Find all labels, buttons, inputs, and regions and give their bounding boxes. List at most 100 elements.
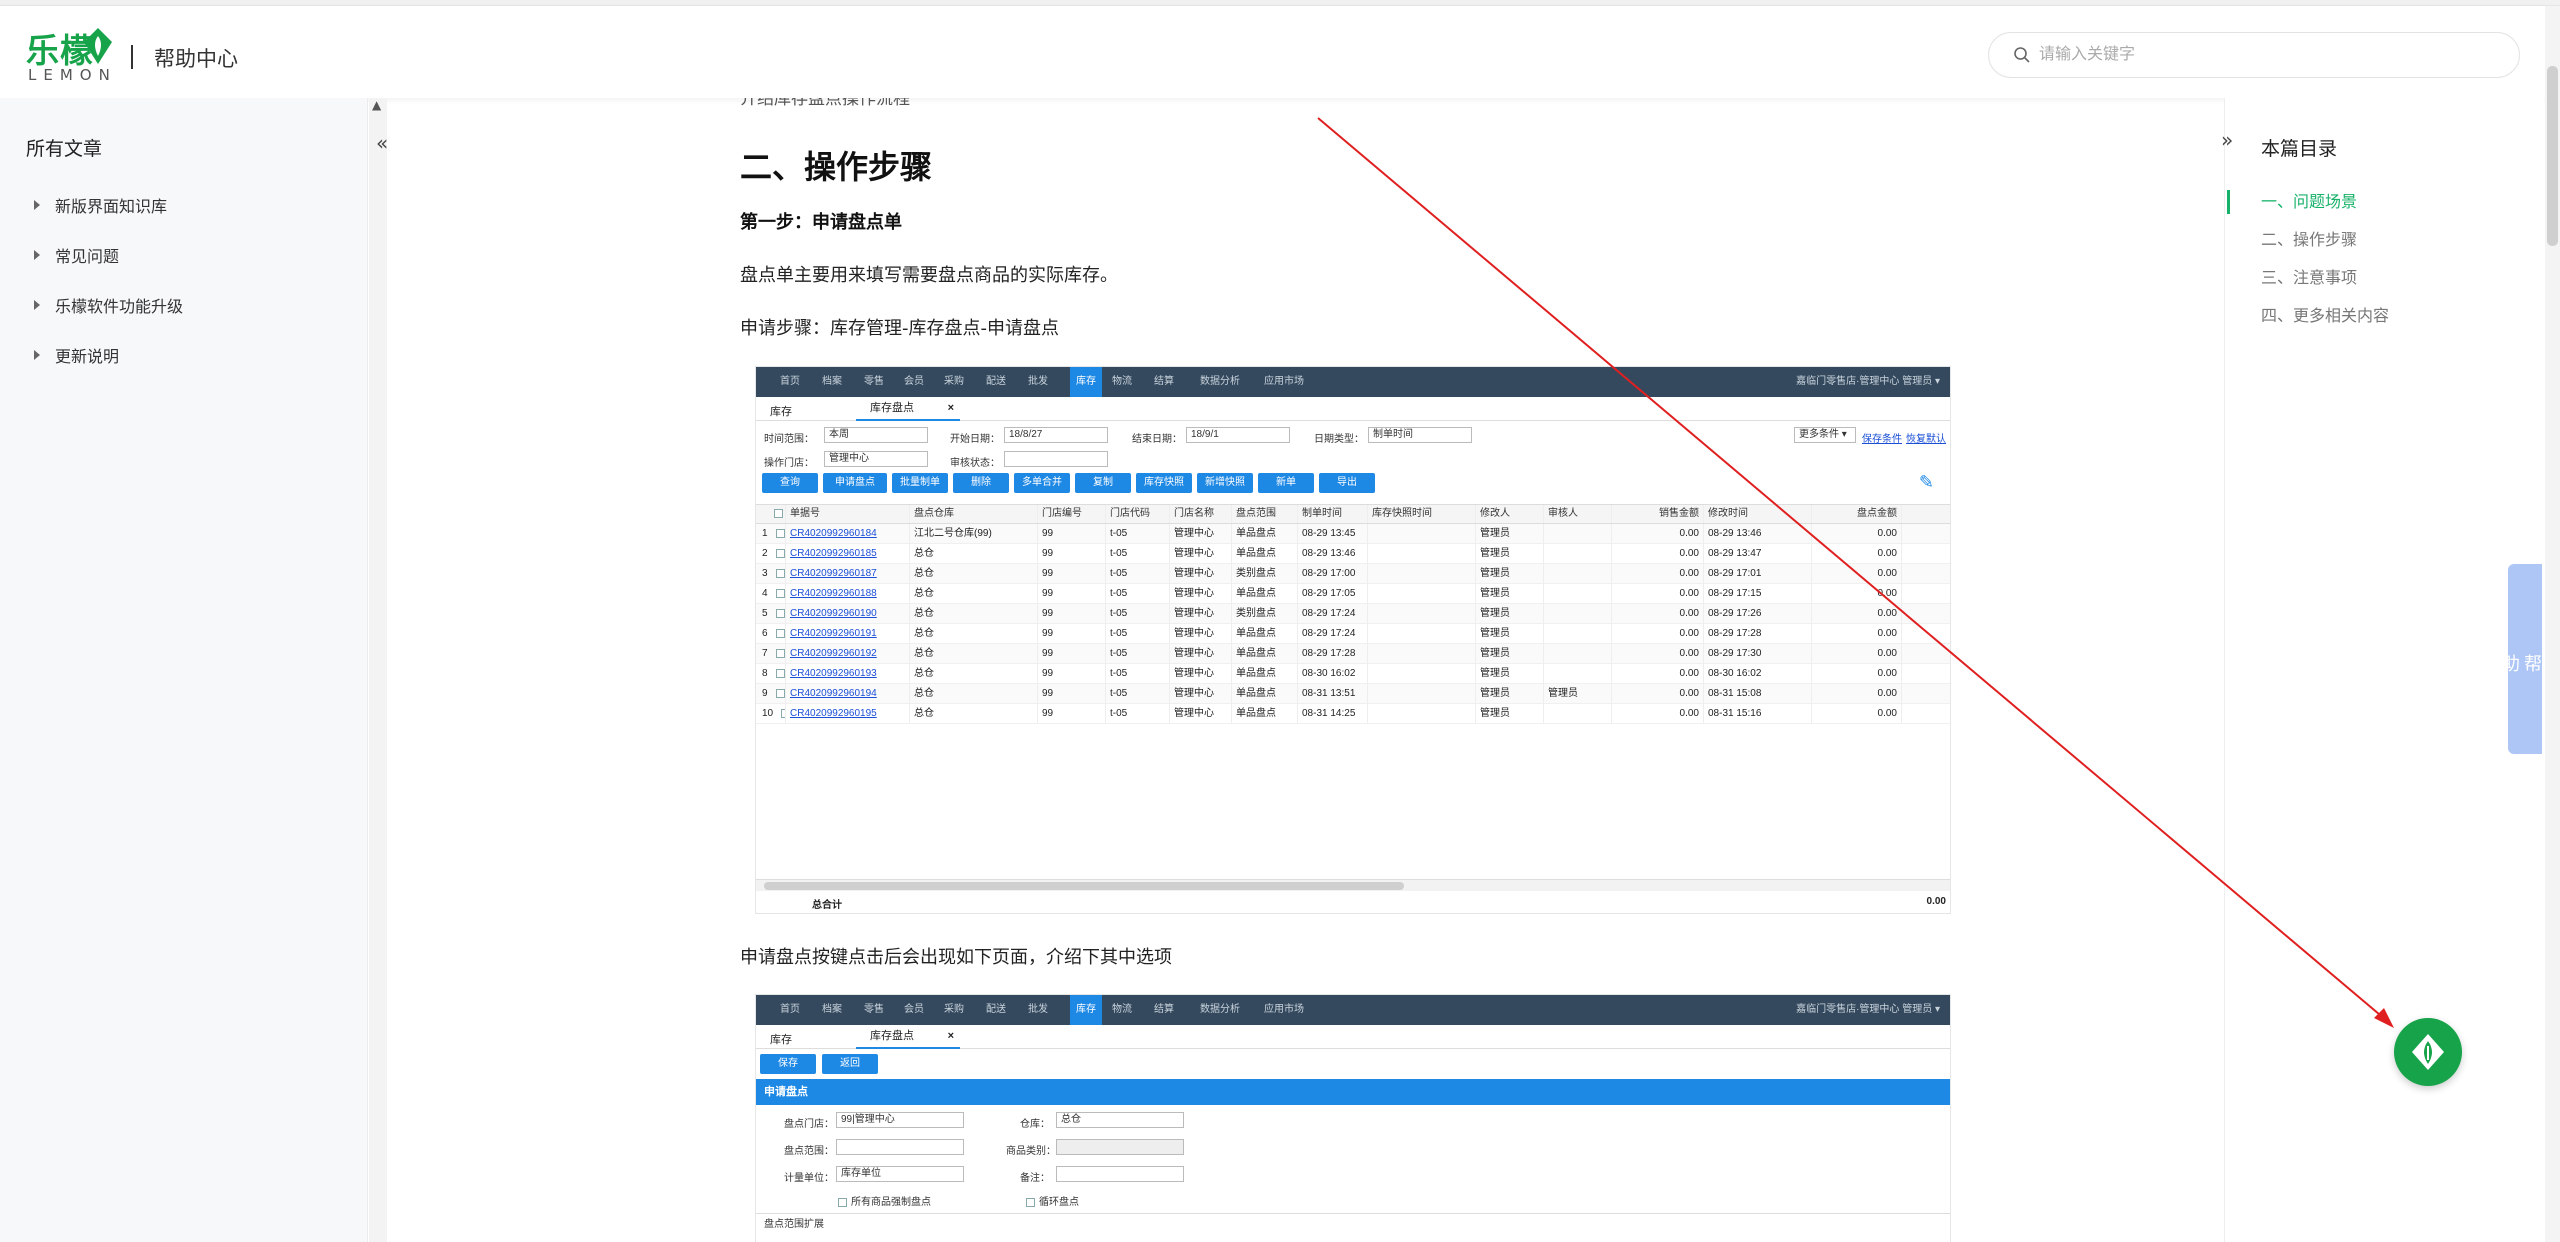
toolbar-button: 新单 [1258,473,1314,493]
filter-label: 审核状态： [950,458,1000,469]
article-content: 介绍库存盘点操作流程 二、操作步骤 第一步：申请盘点单 盘点单主要用来填写需要盘… [388,98,2224,1242]
table-cell: CR4020992960194 [786,684,910,703]
sidebar-item-changelog[interactable]: 更新说明 [34,330,183,380]
nav-item: 物流 [1112,376,1132,387]
nav-item: 配送 [986,1004,1006,1015]
table-cell: 单品盘点 [1232,544,1298,563]
table-header-cell: 审核人 [1544,505,1612,523]
nav-item: 采购 [944,376,964,387]
table-row: 7 CR4020992960192 总仓 99 t-05 管理中心 单品盘点 08-29 17… [756,644,1950,664]
search-input[interactable] [2039,41,2499,69]
table-header-cell: 门店代码 [1106,505,1170,523]
table-cell: 9 [756,684,786,703]
page-scrollbar[interactable] [2545,6,2560,1242]
toc-item-steps[interactable]: 二、操作步骤 [2261,226,2389,264]
leaf-icon [84,28,112,64]
paragraph: 申请盘点按键点击后会出现如下页面，介绍下其中选项 [740,947,1172,968]
back-button: 返回 [822,1054,878,1074]
embedded-screenshot-list: 嘉临门零售店·管理中心 管理员 ▾ 首页 档案 零售 会员 采购 配送 批发 库存 物流 结算 数据… [755,366,1951,914]
sidebar-title: 所有文章 [26,138,103,160]
table-cell: 7 [756,644,786,663]
table-cell: 管理员 [1476,684,1544,703]
filter-panel: 时间范围： 本周 开始日期： 18/8/27 结束日期： 18/9/1 日期类型… [756,421,1950,471]
table-cell: 管理中心 [1170,604,1232,623]
search-icon [2014,47,2030,63]
sidebar-scrollbar[interactable]: ▲ [369,98,387,1242]
toolbar: 保存 返回 [756,1049,1950,1079]
form-label: 备注： [1020,1173,1050,1184]
toolbar-button: 导出 [1319,473,1375,493]
table-cell: 总仓 [910,604,1038,623]
table-header-cell: 盘点仓库 [910,505,1038,523]
leaf-icon [2412,1034,2444,1070]
reset-filter-link: 恢复默认 [1906,434,1946,445]
table-cell: 08-30 16:02 [1704,664,1812,683]
lemon-logo[interactable]: 乐檬 LEMON [26,22,116,84]
table-header-cell: 制单时间 [1298,505,1368,523]
table-scrollbar [756,879,1950,891]
sidebar-item-upgrade[interactable]: 乐檬软件功能升级 [34,280,183,330]
table-header-cell: 销售金额 [1612,505,1704,523]
help-center-tab[interactable]: 帮助中心 < [2433,564,2542,754]
embedded-screenshot-form: 嘉临门零售店·管理中心 管理员 ▾ 首页 档案 零售 会员 采购 配送 批发 库存 物流 结算 数据… [755,994,1951,1242]
toolbar: ✎ 查询 申请盘点 批量制单 删除 多单合并 复制 库存快照 新增快照 新单 导出 [756,471,1950,495]
form-checkbox: 循环盘点 [1026,1193,1079,1208]
table-cell: 管理员 [1476,664,1544,683]
table-cell: 管理中心 [1170,664,1232,683]
table-header-cell: 单据号 [786,505,910,523]
logo-en-text: LEMON [28,66,117,84]
scrollbar-thumb[interactable] [2547,66,2558,246]
tab-inventory: 库存 [770,1034,792,1046]
table-cell: 08-29 17:26 [1704,604,1812,623]
scroll-up-icon[interactable]: ▲ [372,98,381,112]
table-cell: 管理中心 [1170,564,1232,583]
form-unit: 库存单位 [836,1166,964,1182]
save-button: 保存 [760,1054,816,1074]
caret-right-icon [34,200,40,210]
page-title: 帮助中心 [154,47,238,71]
toc-item-scenario[interactable]: 一、问题场景 [2261,188,2389,226]
table-cell: 99 [1038,664,1106,683]
filter-end-date: 18/9/1 [1186,427,1290,443]
toc-item-notes[interactable]: 三、注意事项 [2261,264,2389,302]
table-cell: t-05 [1106,684,1170,703]
toc-title: 本篇目录 [2261,138,2338,160]
table-cell: 08-29 17:28 [1704,624,1812,643]
sidebar-list: 新版界面知识库 常见问题 乐檬软件功能升级 更新说明 [34,180,183,380]
table-cell: 总仓 [910,624,1038,643]
toc-item-more[interactable]: 四、更多相关内容 [2261,302,2389,340]
table-cell: 99 [1038,644,1106,663]
nav-item: 零售 [864,1004,884,1015]
table-cell: 99 [1038,684,1106,703]
lemon-float-button[interactable] [2394,1018,2462,1086]
table-cell: 总仓 [910,564,1038,583]
table-row: 3 CR4020992960187 总仓 99 t-05 管理中心 类别盘点 08-29 17… [756,564,1950,584]
sidebar-item-new-ui[interactable]: 新版界面知识库 [34,180,183,230]
paragraph: 申请步骤：库存管理-库存盘点-申请盘点 [740,318,1059,339]
nav-item: 会员 [904,376,924,387]
collapse-left-icon[interactable]: « [376,131,388,155]
table-cell: 0.00 [1812,584,1902,603]
table-cell: 管理中心 [1170,544,1232,563]
table-cell: 08-31 15:08 [1704,684,1812,703]
nav-item: 结算 [1154,376,1174,387]
table-cell: 总仓 [910,664,1038,683]
sidebar-item-faq[interactable]: 常见问题 [34,230,183,280]
toolbar-button: 多单合并 [1014,473,1070,493]
table-cell: 08-29 17:01 [1704,564,1812,583]
total-label: 总合计 [812,900,842,911]
nav-item: 会员 [904,1004,924,1015]
table-cell: t-05 [1106,624,1170,643]
table-cell [1544,564,1612,583]
stocktake-form: 盘点门店： 99|管理中心 仓库： 总仓 盘点范围： 商品类别： 计量单位： 库… [756,1105,1950,1242]
form-scope [836,1139,964,1155]
table-cell: 10 [756,704,786,723]
search-box[interactable] [1988,32,2520,78]
app-nav-bar: 嘉临门零售店·管理中心 管理员 ▾ 首页 档案 零售 会员 采购 配送 批发 库存 物流 结算 数据… [756,995,1950,1025]
table-cell: 0.00 [1812,624,1902,643]
form-warehouse: 总仓 [1056,1112,1184,1128]
nav-item: 库存 [1070,995,1102,1025]
collapse-right-icon[interactable]: » [2221,128,2233,152]
table-cell [1368,524,1476,543]
app-nav-bar: 嘉临门零售店·管理中心 管理员 ▾ 首页 档案 零售 会员 采购 配送 批发 库存 物流 结算 数据… [756,367,1950,397]
